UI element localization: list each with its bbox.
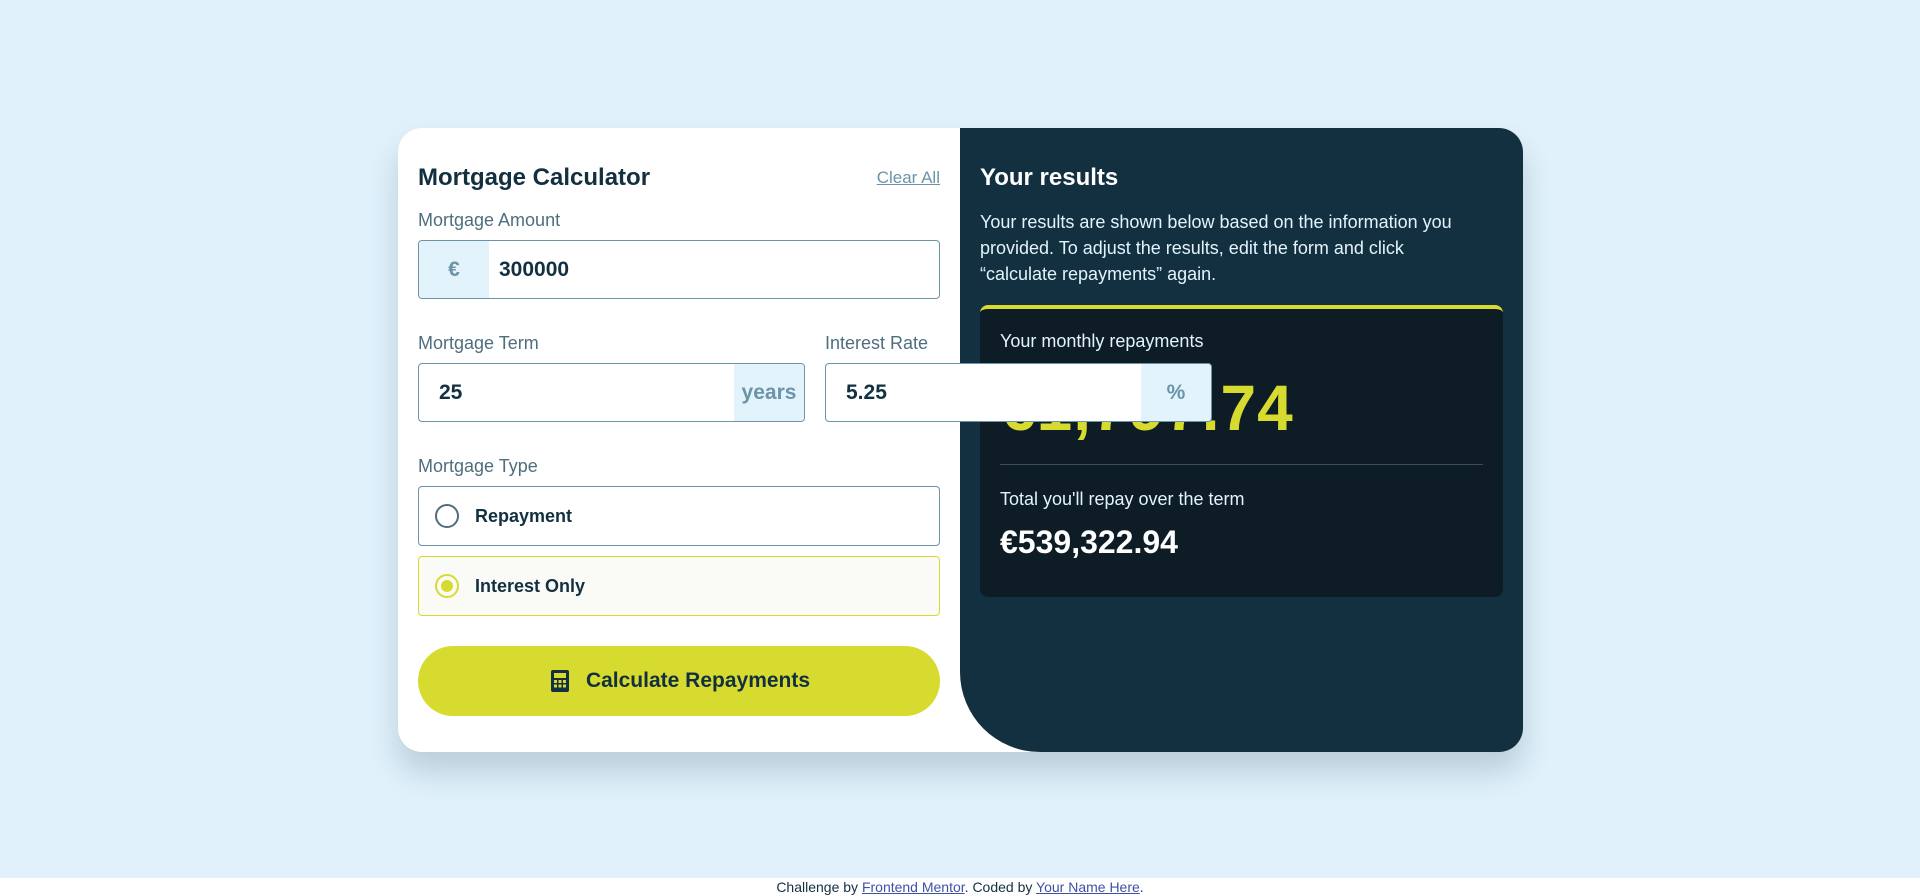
calculator-icon <box>550 670 569 692</box>
calculate-button-label: Calculate Repayments <box>585 669 811 692</box>
results-description: Your results are shown below based on th… <box>980 212 1452 284</box>
mortgage-term-label: Mortgage Term <box>418 333 539 353</box>
interest-rate-group: % <box>825 363 1212 422</box>
interest-rate-label: Interest Rate <box>825 333 929 353</box>
results-title: Your results <box>980 164 1119 191</box>
attribution-footer: Challenge by Frontend Mentor. Coded by Y… <box>0 878 1920 896</box>
frontend-mentor-link[interactable]: Frontend Mentor <box>862 879 965 895</box>
total-repay-value: €539,322.94 <box>1000 524 1178 560</box>
results-panel: Your results Your results are shown belo… <box>960 128 1523 752</box>
mortgage-type-label: Mortgage Type <box>418 456 538 476</box>
repayment-radio[interactable] <box>435 504 459 528</box>
rate-column: Interest Rate % <box>825 333 1212 422</box>
interest-only-option-label: Interest Only <box>475 575 586 596</box>
mortgage-card: Mortgage Calculator Clear All Mortgage A… <box>398 128 1523 752</box>
mortgage-amount-label: Mortgage Amount <box>418 210 561 230</box>
calculator-header: Mortgage Calculator Clear All <box>418 164 940 192</box>
interest-rate-input[interactable] <box>826 364 1141 421</box>
percent-addon: % <box>1141 364 1211 421</box>
calculator-title: Mortgage Calculator <box>418 164 651 191</box>
mortgage-amount-group: € <box>418 240 940 299</box>
footer-suffix: . <box>1139 879 1144 895</box>
mortgage-term-input[interactable] <box>419 364 734 421</box>
author-link[interactable]: Your Name Here <box>1036 879 1140 895</box>
mortgage-amount-input[interactable] <box>489 241 939 298</box>
total-repay-label: Total you'll repay over the term <box>1000 489 1245 509</box>
footer-prefix: Challenge by <box>776 879 862 895</box>
clear-all-link[interactable]: Clear All <box>877 168 940 188</box>
term-column: Mortgage Term years <box>418 333 805 422</box>
calculator-form: Mortgage Calculator Clear All Mortgage A… <box>398 128 1212 752</box>
results-divider <box>1000 464 1483 465</box>
page: Mortgage Calculator Clear All Mortgage A… <box>0 0 1920 896</box>
interest-only-option[interactable]: Interest Only <box>418 556 940 616</box>
repayment-option[interactable]: Repayment <box>418 486 940 546</box>
term-rate-row: Mortgage Term years Interest Rate % <box>418 333 1212 422</box>
interest-only-radio[interactable] <box>435 574 459 598</box>
footer-middle: . Coded by <box>964 879 1037 895</box>
currency-addon: € <box>419 241 489 298</box>
mortgage-term-group: years <box>418 363 805 422</box>
repayment-option-label: Repayment <box>475 505 573 526</box>
calculate-repayments-button[interactable]: Calculate Repayments <box>418 646 940 716</box>
years-addon: years <box>734 364 804 421</box>
